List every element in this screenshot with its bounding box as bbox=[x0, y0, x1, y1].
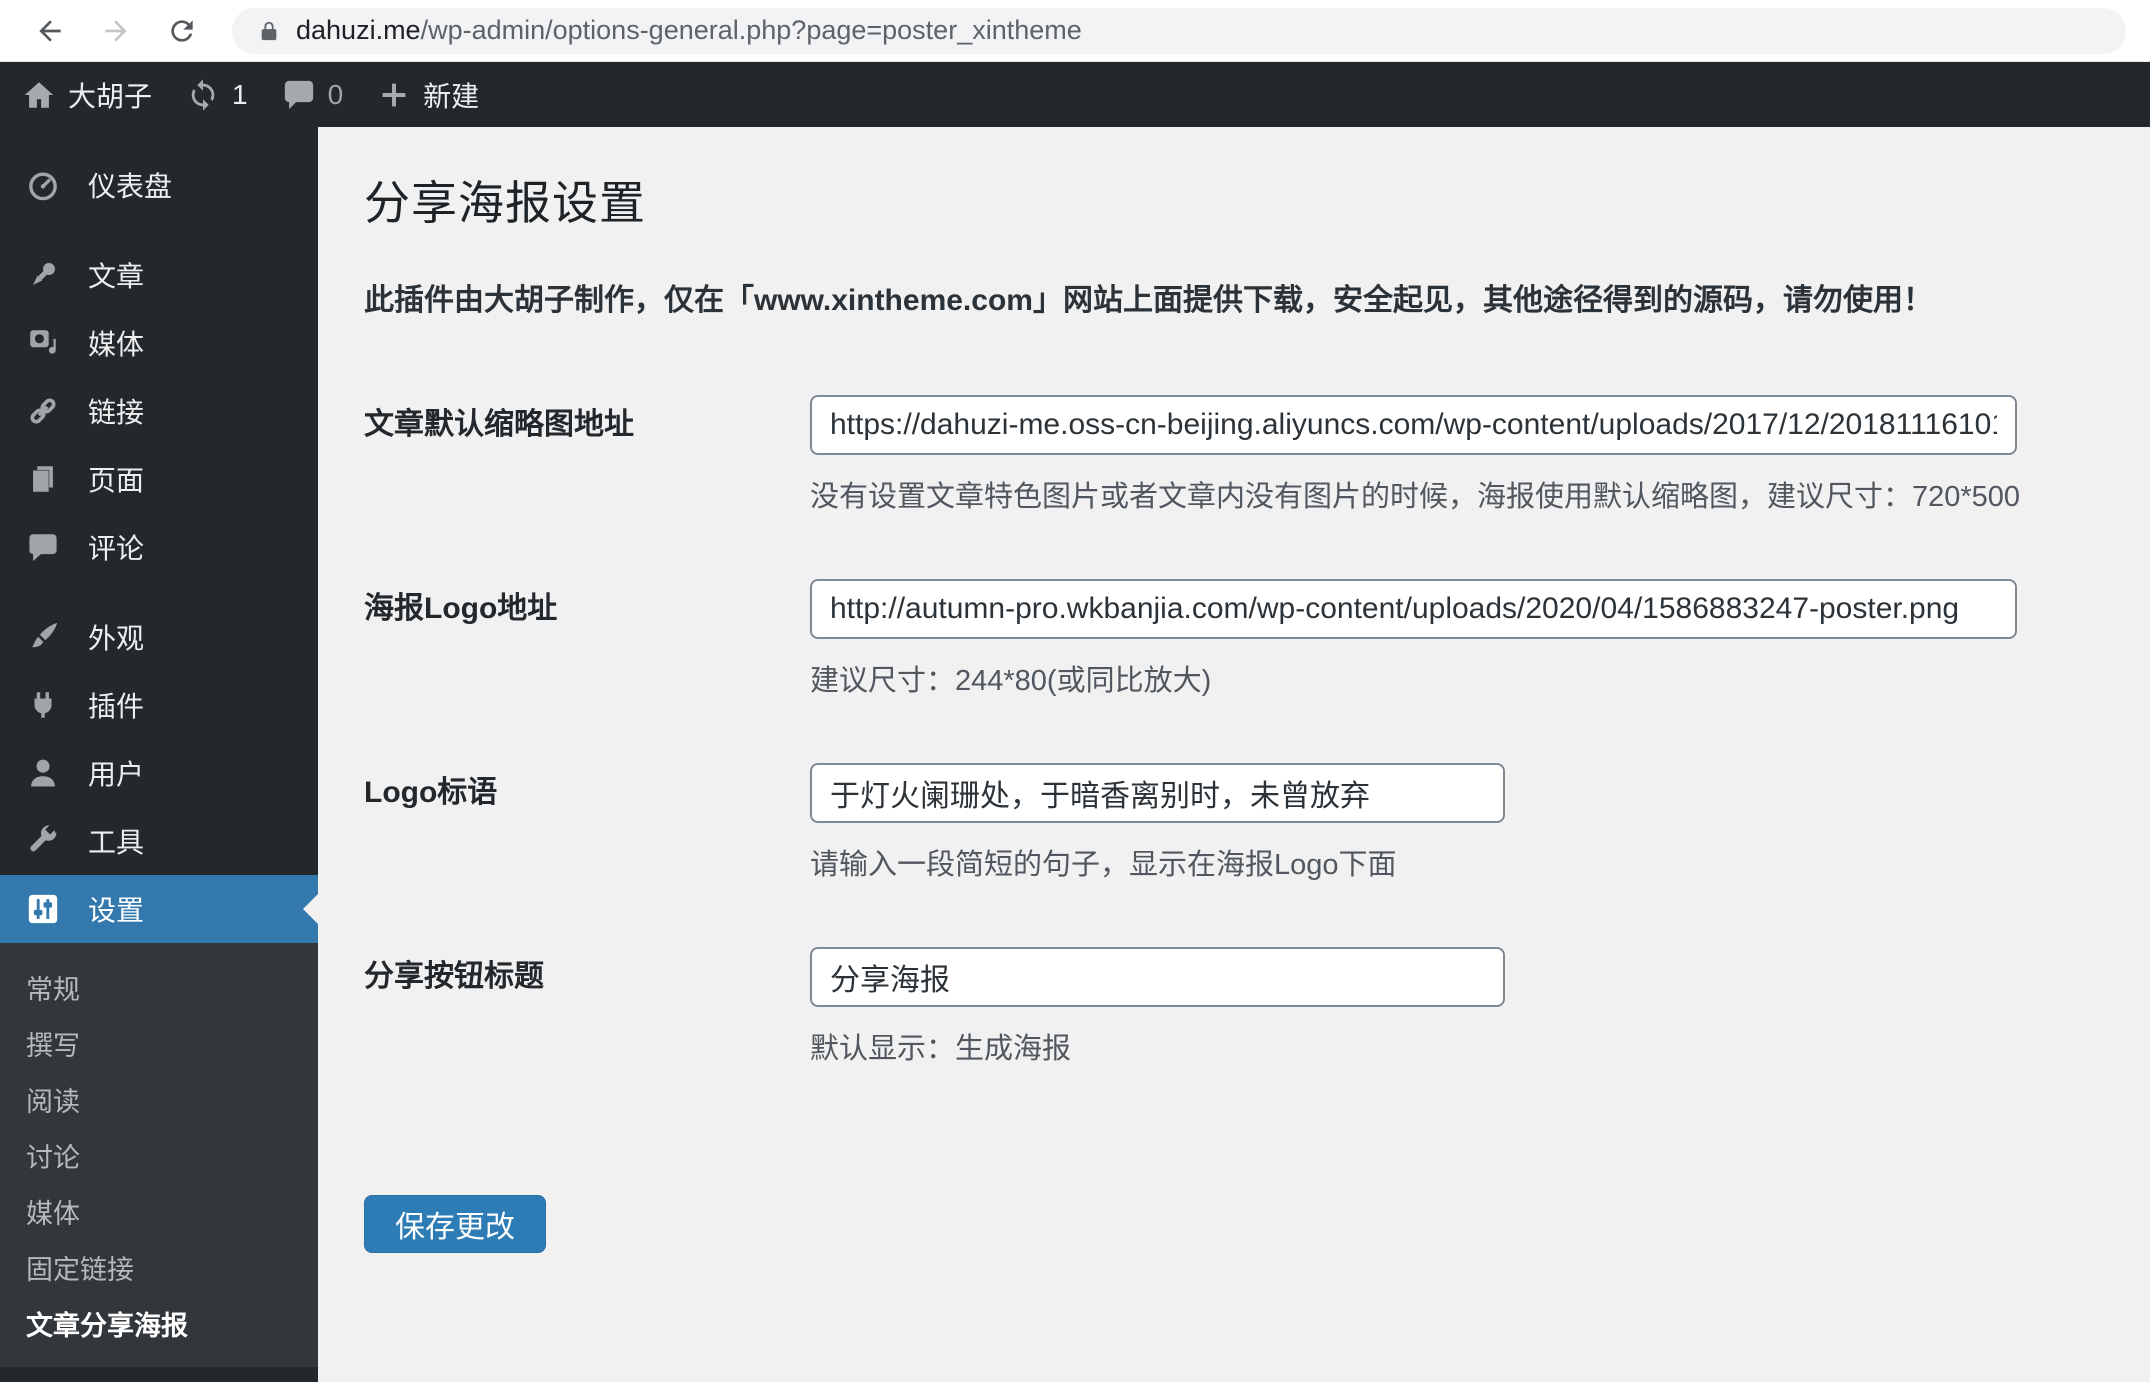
share-button-title-input[interactable] bbox=[810, 947, 1505, 1007]
sidebar-item-pages[interactable]: 页面 bbox=[0, 445, 318, 513]
sidebar-item-label: 工具 bbox=[88, 827, 145, 858]
submenu-item-reading[interactable]: 阅读 bbox=[0, 1071, 318, 1127]
sidebar-item-users[interactable]: 用户 bbox=[0, 739, 318, 807]
field-help: 建议尺寸：244*80(或同比放大) bbox=[810, 665, 1212, 697]
home-icon bbox=[24, 81, 54, 108]
settings-submenu: 常规 撰写 阅读 讨论 媒体 固定链接 文章分享海报 bbox=[0, 943, 318, 1367]
dashboard-icon bbox=[24, 166, 62, 204]
sidebar-item-label: 媒体 bbox=[88, 329, 145, 360]
submenu-item-media[interactable]: 媒体 bbox=[0, 1183, 318, 1239]
page-title: 分享海报设置 bbox=[364, 177, 646, 229]
sidebar-item-posts[interactable]: 文章 bbox=[0, 241, 318, 309]
current-menu-arrow bbox=[288, 894, 318, 924]
new-label: 新建 bbox=[423, 80, 480, 112]
pushpin-icon bbox=[24, 256, 62, 294]
menu-separator bbox=[0, 219, 318, 241]
comment-icon bbox=[284, 80, 313, 109]
plugin-notice: 此插件由大胡子制作，仅在「www.xintheme.com」网站上面提供下载，安… bbox=[364, 284, 1933, 317]
field-label: 文章默认缩略图地址 bbox=[364, 408, 634, 441]
url-host: dahuzi.me bbox=[296, 15, 421, 45]
plug-icon bbox=[24, 686, 62, 724]
sidebar-item-tools[interactable]: 工具 bbox=[0, 807, 318, 875]
sidebar-item-media[interactable]: 媒体 bbox=[0, 309, 318, 377]
sidebar-item-plugins[interactable]: 插件 bbox=[0, 671, 318, 739]
submenu-item-general[interactable]: 常规 bbox=[0, 959, 318, 1015]
admin-bar-comments[interactable]: 0 bbox=[282, 78, 344, 112]
sidebar-item-label: 评论 bbox=[88, 533, 145, 564]
comment-count: 0 bbox=[327, 78, 344, 110]
sidebar-item-comments[interactable]: 评论 bbox=[0, 513, 318, 581]
comment-bubble-icon bbox=[24, 528, 62, 566]
field-help: 默认显示：生成海报 bbox=[810, 1033, 1072, 1065]
site-name: 大胡子 bbox=[68, 80, 153, 112]
submenu-item-discussion[interactable]: 讨论 bbox=[0, 1127, 318, 1183]
browser-forward-button[interactable] bbox=[94, 9, 138, 53]
pages-icon bbox=[24, 460, 62, 498]
admin-bar-new[interactable]: 新建 bbox=[377, 75, 479, 115]
updates-icon bbox=[191, 78, 215, 111]
update-count: 1 bbox=[232, 78, 248, 110]
sidebar-item-label: 仪表盘 bbox=[88, 171, 173, 202]
field-label: Logo标语 bbox=[364, 776, 498, 809]
settings-sliders-icon bbox=[24, 890, 62, 928]
admin-bar-updates[interactable]: 1 bbox=[186, 78, 248, 112]
sidebar-item-links[interactable]: 链接 bbox=[0, 377, 318, 445]
field-help: 请输入一段简短的句子，显示在海报Logo下面 bbox=[810, 849, 1397, 881]
media-icon bbox=[24, 324, 62, 362]
settings-page: 分享海报设置 此插件由大胡子制作，仅在「www.xintheme.com」网站上… bbox=[318, 127, 2150, 1382]
chain-link-icon bbox=[24, 392, 62, 430]
menu-separator bbox=[0, 581, 318, 603]
sidebar-item-appearance[interactable]: 外观 bbox=[0, 603, 318, 671]
field-label: 分享按钮标题 bbox=[364, 960, 544, 993]
plus-icon bbox=[382, 83, 406, 106]
form-row-logo-url: 海报Logo地址 建议尺寸：244*80(或同比放大) bbox=[364, 579, 2030, 699]
submenu-item-writing[interactable]: 撰写 bbox=[0, 1015, 318, 1071]
forward-arrow-icon bbox=[105, 19, 127, 42]
sidebar-item-settings[interactable]: 设置 bbox=[0, 875, 318, 943]
admin-sidebar: 仪表盘 文章 媒体 链接 页面 评论 外观 插件 用户 工具 设置 常规 撰写 … bbox=[0, 127, 318, 1382]
browser-reload-button[interactable] bbox=[160, 9, 204, 53]
back-arrow-icon bbox=[39, 19, 61, 42]
field-help: 没有设置文章特色图片或者文章内没有图片的时候，海报使用默认缩略图，建议尺寸：72… bbox=[810, 481, 2021, 513]
browser-back-button[interactable] bbox=[28, 9, 72, 53]
wrench-icon bbox=[24, 822, 62, 860]
form-row-share-button-title: 分享按钮标题 默认显示：生成海报 bbox=[364, 947, 2030, 1067]
form-row-logo-slogan: Logo标语 请输入一段简短的句子，显示在海报Logo下面 bbox=[364, 763, 2030, 883]
form-row-thumbnail-url: 文章默认缩略图地址 没有设置文章特色图片或者文章内没有图片的时候，海报使用默认缩… bbox=[364, 395, 2030, 515]
sidebar-item-label: 链接 bbox=[88, 397, 145, 428]
address-bar[interactable]: dahuzi.me/wp-admin/options-general.php?p… bbox=[232, 7, 2126, 54]
paintbrush-icon bbox=[24, 618, 62, 656]
reload-icon bbox=[171, 19, 193, 42]
logo-url-input[interactable] bbox=[810, 579, 2017, 639]
settings-form: 文章默认缩略图地址 没有设置文章特色图片或者文章内没有图片的时候，海报使用默认缩… bbox=[364, 395, 2030, 1253]
save-button[interactable]: 保存更改 bbox=[364, 1195, 546, 1253]
thumbnail-url-input[interactable] bbox=[810, 395, 2017, 455]
admin-bar-site[interactable]: 大胡子 bbox=[22, 75, 152, 115]
url-text: dahuzi.me/wp-admin/options-general.php?p… bbox=[296, 15, 1082, 46]
browser-toolbar: dahuzi.me/wp-admin/options-general.php?p… bbox=[0, 0, 2150, 62]
wp-admin-bar: 大胡子 1 0 新建 bbox=[0, 62, 2150, 127]
url-path: /wp-admin/options-general.php?page=poste… bbox=[420, 15, 1082, 45]
submenu-item-permalinks[interactable]: 固定链接 bbox=[0, 1239, 318, 1295]
field-label: 海报Logo地址 bbox=[364, 592, 558, 625]
lock-icon bbox=[261, 21, 277, 40]
sidebar-item-label: 文章 bbox=[88, 261, 145, 292]
user-icon bbox=[24, 754, 62, 792]
sidebar-item-label: 用户 bbox=[88, 759, 145, 790]
sidebar-item-label: 设置 bbox=[88, 895, 145, 926]
sidebar-item-label: 外观 bbox=[88, 623, 145, 654]
logo-slogan-input[interactable] bbox=[810, 763, 1505, 823]
sidebar-item-dashboard[interactable]: 仪表盘 bbox=[0, 151, 318, 219]
sidebar-item-label: 插件 bbox=[88, 691, 145, 722]
submenu-item-poster[interactable]: 文章分享海报 bbox=[0, 1295, 318, 1351]
sidebar-item-label: 页面 bbox=[88, 465, 145, 496]
